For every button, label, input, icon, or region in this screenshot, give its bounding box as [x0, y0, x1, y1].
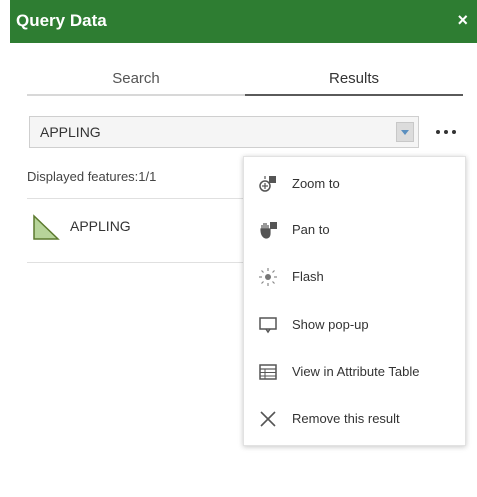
menu-item-flash[interactable]: Flash — [244, 255, 465, 299]
tab-results[interactable]: Results — [245, 66, 463, 96]
zoom-to-icon — [259, 176, 276, 192]
menu-item-label: Remove this result — [292, 411, 400, 426]
menu-item-label: Show pop-up — [292, 317, 369, 332]
menu-item-show-popup[interactable]: Show pop-up — [244, 303, 465, 347]
menu-item-zoom-to[interactable]: Zoom to — [244, 162, 465, 206]
panel-title: Query Data — [16, 11, 107, 30]
menu-item-view-attribute-table[interactable]: View in Attribute Table — [244, 350, 465, 394]
tab-bar: Search Results — [27, 66, 463, 96]
chevron-down-icon[interactable] — [396, 122, 414, 142]
pan-to-icon — [260, 222, 277, 239]
panel-header: Query Data × — [10, 0, 477, 43]
result-select-value: APPLING — [40, 124, 101, 140]
table-icon — [259, 364, 277, 380]
flash-icon — [259, 268, 277, 286]
popup-icon — [259, 317, 277, 334]
displayed-features-count: Displayed features:1/1 — [27, 169, 157, 184]
menu-item-label: Flash — [292, 269, 324, 284]
more-options-icon[interactable] — [436, 127, 458, 137]
result-select[interactable]: APPLING — [29, 116, 419, 148]
menu-item-remove-result[interactable]: Remove this result — [244, 397, 465, 441]
result-actions-menu: Zoom to Pan to Flash Show pop-up View in… — [243, 156, 466, 446]
polygon-icon — [33, 214, 60, 240]
menu-item-pan-to[interactable]: Pan to — [244, 208, 465, 252]
close-icon — [260, 411, 276, 427]
feature-list-item[interactable]: APPLING — [27, 198, 267, 263]
tab-search[interactable]: Search — [27, 66, 245, 96]
menu-item-label: Pan to — [292, 222, 330, 237]
menu-item-label: Zoom to — [292, 176, 340, 191]
close-icon[interactable]: × — [457, 9, 468, 31]
feature-name: APPLING — [70, 218, 131, 234]
menu-item-label: View in Attribute Table — [292, 364, 420, 379]
